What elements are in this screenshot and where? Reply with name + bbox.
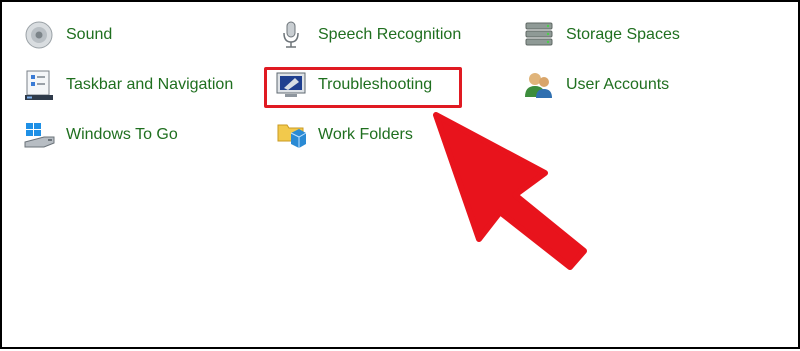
pointer-arrow-icon [433,112,587,270]
control-panel-frame: Sound Speech Recognition Storage Spaces [0,0,800,349]
